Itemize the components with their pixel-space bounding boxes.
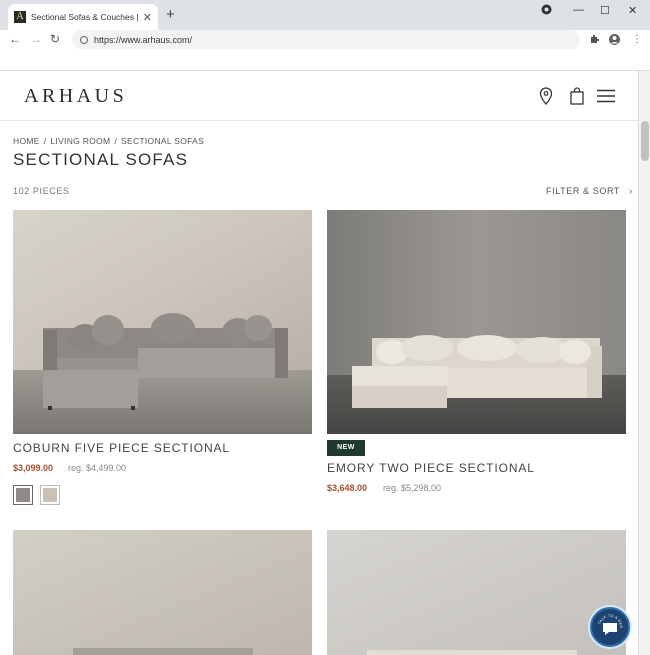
breadcrumb-sectional-sofas[interactable]: SECTIONAL SOFAS [121, 136, 204, 146]
browser-tab-bar: A Sectional Sofas & Couches | Lea ✕ + — … [0, 0, 650, 30]
product-image-3[interactable] [13, 530, 312, 655]
forward-icon[interactable]: → [30, 32, 42, 46]
window-close-icon[interactable]: ✕ [628, 4, 637, 17]
url-text: https://www.arhaus.com/ [94, 34, 193, 45]
page-title: SECTIONAL SOFAS [13, 150, 189, 169]
product-name[interactable]: EMORY TWO PIECE SECTIONAL [327, 461, 535, 475]
browser-tab[interactable]: A Sectional Sofas & Couches | Lea ✕ [8, 4, 158, 30]
product-image-coburn[interactable] [13, 210, 312, 434]
swatch-color-light [43, 488, 57, 502]
back-icon[interactable]: ← [9, 32, 21, 46]
product-name[interactable]: COBURN FIVE PIECE SECTIONAL [13, 441, 230, 455]
swatch-color-grey [16, 488, 30, 502]
product-image-4[interactable] [327, 530, 626, 655]
swatch-light[interactable] [40, 485, 60, 505]
new-badge: NEW [327, 440, 365, 456]
regular-price: reg. $5,298.00 [383, 483, 442, 493]
reload-icon[interactable]: ↻ [50, 32, 60, 46]
arhaus-logo[interactable]: ARHAUS [24, 85, 127, 108]
filter-sort-label: FILTER & SORT [546, 186, 620, 196]
product-image-emory[interactable] [327, 210, 626, 434]
favicon: A [14, 11, 26, 23]
sale-price: $3,648.00 [327, 483, 368, 493]
chevron-right-icon: › [622, 186, 633, 196]
extensions-icon[interactable] [589, 34, 599, 47]
browser-toolbar: ← → ↻ https://www.arhaus.com/ ⋮ [0, 30, 650, 50]
breadcrumb: HOME / LIVING ROOM / SECTIONAL SOFAS [13, 136, 204, 146]
breadcrumb-separator: / [43, 136, 47, 146]
site-info-icon[interactable] [80, 35, 88, 44]
site-header: ARHAUS [0, 71, 638, 121]
breadcrumb-living-room[interactable]: LIVING ROOM [50, 136, 110, 146]
chat-bubble-icon: TALK TO A DESIGNER [590, 606, 623, 635]
media-icon[interactable] [541, 4, 552, 18]
regular-price: reg. $4,499.00 [68, 463, 127, 473]
location-pin-icon[interactable] [539, 87, 553, 110]
more-icon[interactable]: ⋮ [632, 34, 642, 45]
shopping-bag-icon[interactable] [570, 87, 584, 110]
minimize-icon[interactable]: — [573, 4, 584, 16]
hamburger-menu-icon[interactable] [597, 89, 615, 108]
filter-sort-button[interactable]: FILTER & SORT › [546, 186, 633, 196]
page-scrollbar[interactable] [638, 71, 650, 655]
profile-icon[interactable] [609, 34, 620, 48]
new-tab-icon[interactable]: + [166, 6, 175, 23]
breadcrumb-home[interactable]: HOME [13, 136, 40, 146]
talk-to-designer-button[interactable]: TALK TO A DESIGNER [590, 606, 630, 647]
swatch-grey[interactable] [13, 485, 33, 505]
close-icon[interactable]: ✕ [143, 11, 152, 24]
breadcrumb-separator: / [114, 136, 118, 146]
maximize-icon[interactable]: ☐ [600, 4, 610, 17]
tab-title: Sectional Sofas & Couches | Lea [31, 12, 139, 22]
sale-price: $3,099.00 [13, 463, 54, 473]
address-bar[interactable]: https://www.arhaus.com/ [72, 30, 580, 49]
scrollbar-thumb[interactable] [641, 121, 649, 161]
product-count: 102 PIECES [13, 186, 70, 196]
